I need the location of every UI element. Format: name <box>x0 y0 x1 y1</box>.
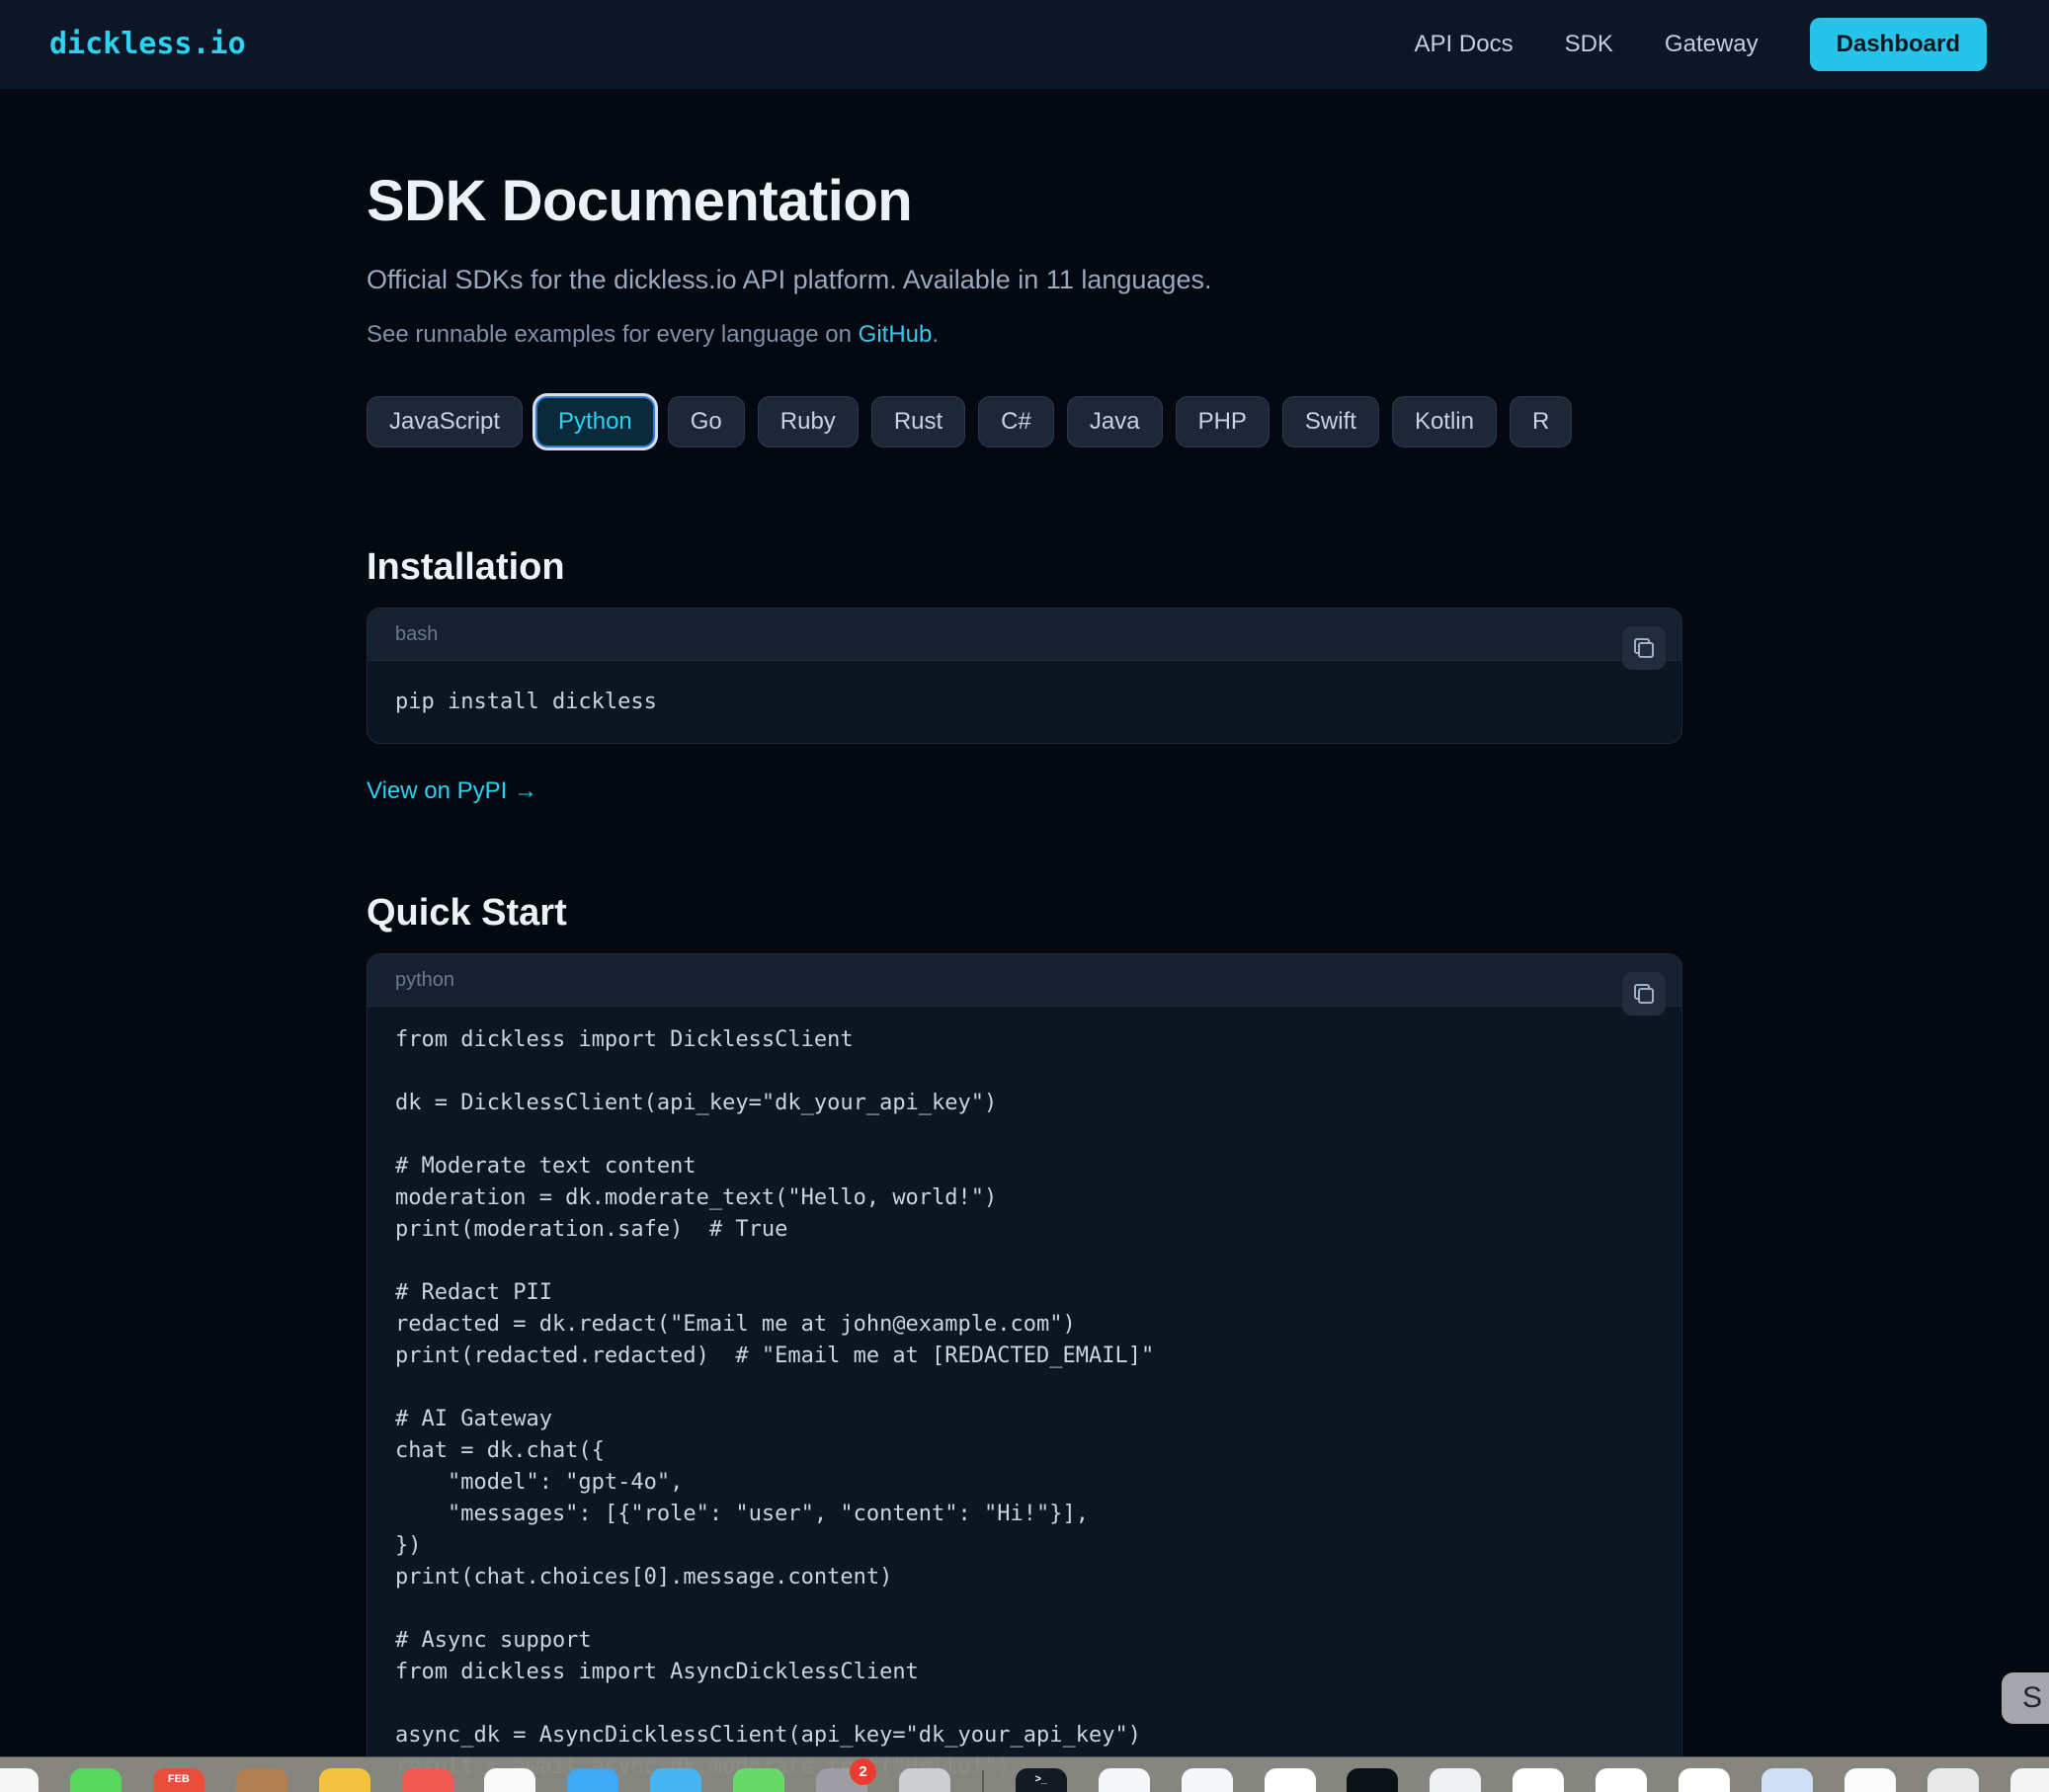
tab-rust[interactable]: Rust <box>871 396 965 448</box>
s-overlay-badge[interactable]: S <box>2002 1672 2049 1724</box>
quickstart-code: from dickless import DicklessClient dk =… <box>368 1007 1681 1792</box>
tab-java[interactable]: Java <box>1067 396 1163 448</box>
codeblock-header: bash <box>368 609 1681 661</box>
dock-icon-trash[interactable] <box>2010 1768 2049 1792</box>
dock-bar: FEB 2 >_ <box>0 1756 2049 1792</box>
copy-button[interactable] <box>1622 972 1666 1016</box>
dock-icon-blue-doc[interactable] <box>1099 1768 1150 1792</box>
dock-icon-minimax[interactable] <box>1347 1768 1398 1792</box>
dock-icon-green-cards[interactable] <box>1596 1768 1647 1792</box>
tab-c[interactable]: C# <box>978 396 1054 448</box>
quickstart-heading: Quick Start <box>367 890 1682 936</box>
tab-r[interactable]: R <box>1510 396 1572 448</box>
dock-divider <box>982 1770 984 1792</box>
dock-icon-doc-gray[interactable] <box>1927 1768 1979 1792</box>
tab-javascript[interactable]: JavaScript <box>367 396 523 448</box>
nav-link-gateway[interactable]: Gateway <box>1665 31 1759 58</box>
dock-icon-record-red[interactable] <box>1513 1768 1564 1792</box>
dock-icon-messages[interactable] <box>70 1768 122 1792</box>
dock-icon-maps[interactable] <box>567 1768 618 1792</box>
dock-icon-music[interactable] <box>484 1768 535 1792</box>
quickstart-codeblock: python from dickless import DicklessClie… <box>367 953 1682 1792</box>
codeblock-header: python <box>368 954 1681 1007</box>
nav-link-sdk[interactable]: SDK <box>1565 31 1613 58</box>
nav-link-api-docs[interactable]: API Docs <box>1415 31 1514 58</box>
dock-icon-terminal[interactable]: >_ <box>1016 1768 1067 1792</box>
dock: FEB 2 >_ <box>0 1768 2049 1792</box>
terminal-label: >_ <box>1016 1773 1067 1785</box>
copy-button[interactable] <box>1622 626 1666 670</box>
dock-icon-photos[interactable] <box>0 1768 39 1792</box>
github-link[interactable]: GitHub <box>859 321 933 348</box>
dock-icon-iphone-mirroring[interactable] <box>899 1768 950 1792</box>
tab-kotlin[interactable]: Kotlin <box>1392 396 1497 448</box>
tab-php[interactable]: PHP <box>1176 396 1270 448</box>
notification-badge: 2 <box>850 1758 876 1785</box>
dock-icon-paint-drops[interactable] <box>1265 1768 1316 1792</box>
code-language-label: python <box>395 969 454 992</box>
dock-icon-blue-blobs[interactable] <box>1679 1768 1730 1792</box>
pypi-link[interactable]: View on PyPI → <box>367 777 537 805</box>
logo: dickless.io <box>49 27 246 61</box>
dashboard-button[interactable]: Dashboard <box>1810 18 1987 71</box>
tab-python[interactable]: Python <box>535 396 655 448</box>
tab-go[interactable]: Go <box>668 396 745 448</box>
dock-icon-glasses[interactable] <box>1430 1768 1481 1792</box>
dock-icon-photos-blue[interactable] <box>650 1768 701 1792</box>
dock-icon-books[interactable] <box>236 1768 287 1792</box>
nav-links: API Docs SDK Gateway <box>1415 31 1759 58</box>
dock-icon-safari[interactable] <box>1182 1768 1233 1792</box>
examples-suffix: . <box>932 321 939 348</box>
dock-icon-calendar[interactable]: FEB <box>153 1768 205 1792</box>
copy-icon <box>1634 984 1654 1004</box>
dock-icon-settings[interactable]: 2 <box>816 1768 867 1792</box>
page-subtitle: Official SDKs for the dickless.io API pl… <box>367 264 1682 296</box>
examples-text: See runnable examples for every language… <box>367 321 859 348</box>
dock-icon-downloads[interactable] <box>733 1768 784 1792</box>
dock-icon-lightblue-app[interactable] <box>1762 1768 1813 1792</box>
installation-code: pip install dickless <box>368 661 1681 743</box>
tab-ruby[interactable]: Ruby <box>758 396 859 448</box>
calendar-label: FEB <box>153 1773 205 1785</box>
top-nav: dickless.io API Docs SDK Gateway Dashboard <box>0 0 2049 89</box>
copy-icon <box>1634 638 1654 658</box>
screen: dickless.io API Docs SDK Gateway Dashboard… <box>0 0 2049 1792</box>
page-title: SDK Documentation <box>367 167 1682 236</box>
dock-icon-notes[interactable] <box>319 1768 370 1792</box>
installation-heading: Installation <box>367 544 1682 590</box>
dock-icon-arch[interactable] <box>1844 1768 1896 1792</box>
installation-codeblock: bash pip install dickless <box>367 608 1682 744</box>
language-tabs: JavaScriptPythonGoRubyRustC#JavaPHPSwift… <box>367 396 1682 448</box>
code-language-label: bash <box>395 623 438 646</box>
dock-icon-mail[interactable] <box>402 1768 453 1792</box>
examples-line: See runnable examples for every language… <box>367 320 1682 349</box>
tab-swift[interactable]: Swift <box>1282 396 1379 448</box>
main-content: SDK Documentation Official SDKs for the … <box>367 167 1682 1792</box>
